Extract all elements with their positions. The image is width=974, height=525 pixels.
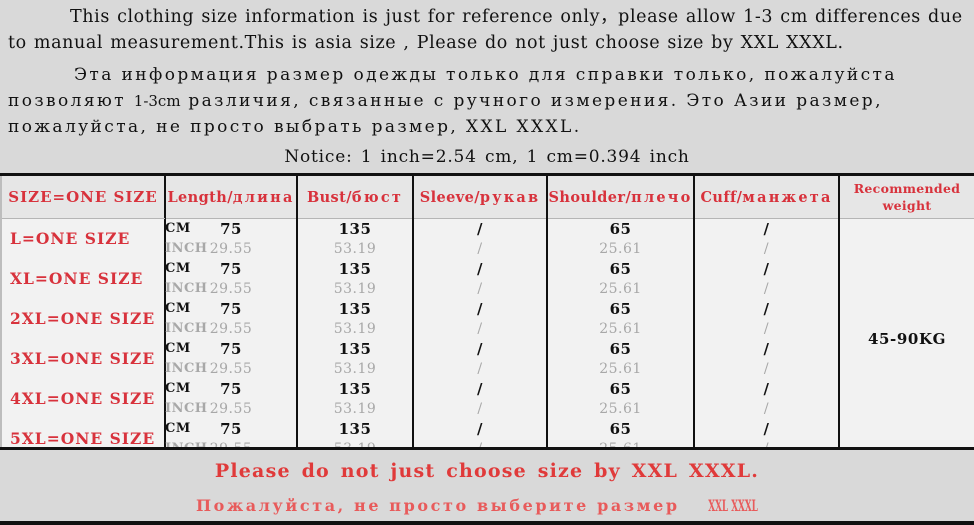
header-cuff-en: Cuff/ (700, 188, 743, 206)
cell-sleeve-cm: / (412, 218, 548, 239)
intro-russian-paragraph: Эта информация размер одежды только для … (8, 62, 966, 140)
cell-shoulder-inch: 25.61 (546, 359, 695, 379)
cell-bust-cm: 135 (296, 339, 414, 359)
cell-shoulder-cm: 65 (546, 379, 695, 399)
table-row: L=ONE SIZECM75135/65/45-90KG (0, 218, 974, 447)
cell-sleeve-cm: / (412, 339, 548, 359)
cell-sleeve-cm: / (412, 299, 548, 319)
cell-shoulder-cm: 65 (546, 419, 695, 439)
cell-cuff-inch: / (693, 279, 840, 299)
header-recommended-weight: Recommended weight (838, 173, 974, 219)
header-length-ru: длина (232, 188, 295, 206)
cell-cuff-inch: / (693, 399, 840, 419)
header-bust-ru: бюст (351, 188, 404, 206)
cell-shoulder-inch: 25.61 (546, 239, 695, 259)
cell-shoulder-inch: 25.61 (546, 439, 695, 447)
table-row: 2XL=ONE SIZECM75135/65/ (0, 299, 974, 339)
footer-section: Please do not just choose size by XXL XX… (0, 447, 974, 515)
table-row: XL=ONE SIZECM75135/65/ (0, 259, 974, 299)
cell-sleeve-cm: / (412, 259, 548, 279)
size-label-cell: 4XL=ONE SIZE (0, 379, 165, 419)
recommended-weight-cell: 45-90KG (838, 218, 974, 447)
cell-cuff-cm: / (693, 419, 840, 439)
cell-bust-inch: 53.19 (296, 439, 414, 447)
cell-shoulder-cm: 65 (546, 339, 695, 359)
table-row: 5XL=ONE SIZECM75135/65/ (0, 419, 974, 447)
footer-russian-warning: Пожалуйста, не просто выберите размер XX… (0, 496, 974, 515)
cell-sleeve-inch: / (412, 319, 548, 339)
header-weight-line2: weight (882, 198, 932, 213)
cell-cuff-cm: / (693, 379, 840, 399)
cell-shoulder-inch: 25.61 (546, 399, 695, 419)
header-sleeve-en: Sleeve/ (419, 188, 480, 206)
cell-bust-cm: 135 (296, 299, 414, 319)
table-row: 4XL=ONE SIZECM75135/65/ (0, 379, 974, 419)
size-label-cell: 3XL=ONE SIZE (0, 339, 165, 379)
cell-bust-cm: 135 (296, 259, 414, 279)
cell-sleeve-inch: / (412, 239, 548, 259)
cell-shoulder-cm: 65 (546, 299, 695, 319)
intro-english-paragraph: This clothing size information is just f… (8, 7, 963, 53)
cell-bust-inch: 53.19 (296, 319, 414, 339)
header-size: SIZE=ONE SIZE (0, 173, 166, 219)
size-table-body: L=ONE SIZECM75135/65/45-90KGINCH29.5553.… (0, 218, 974, 447)
cell-sleeve-inch: / (412, 399, 548, 419)
size-label-cell: 5XL=ONE SIZE (0, 419, 165, 447)
cell-cuff-inch: / (693, 319, 840, 339)
header-length: Length/длина (164, 173, 298, 219)
intro-section: This clothing size information is just f… (0, 0, 974, 140)
size-label-cell: 2XL=ONE SIZE (0, 299, 165, 339)
footer-russian-text: Пожалуйста, не просто выберите размер (195, 496, 688, 515)
cell-bust-inch: 53.19 (296, 239, 414, 259)
cell-bust-cm: 135 (296, 419, 414, 439)
cell-cuff-cm: / (693, 339, 840, 359)
unit-conversion-notice: Notice: 1 inch=2.54 cm, 1 cm=0.394 inch (284, 147, 690, 167)
cell-bust-inch: 53.19 (296, 279, 414, 299)
header-length-en: Length/ (167, 188, 233, 206)
size-table: SIZE=ONE SIZE Length/длина Bust/бюст Sle… (0, 173, 974, 447)
cell-sleeve-cm: / (412, 379, 548, 399)
cell-cuff-cm: / (693, 299, 840, 319)
cell-sleeve-inch: / (412, 279, 548, 299)
cell-cuff-cm: / (693, 218, 840, 239)
size-label-cell: L=ONE SIZE (0, 218, 165, 259)
header-cuff-ru: манжета (742, 188, 833, 206)
header-sleeve-ru: рукав (479, 188, 541, 206)
cell-cuff-inch: / (693, 439, 840, 447)
table-header-row: SIZE=ONE SIZE Length/длина Bust/бюст Sle… (0, 173, 974, 219)
header-sleeve: Sleeve/рукав (412, 173, 548, 219)
header-bust-en: Bust/ (306, 188, 352, 206)
cell-sleeve-inch: / (412, 359, 548, 379)
header-shoulder: Shoulder/плечо (546, 173, 695, 219)
header-weight-line1: Recommended (853, 181, 961, 196)
cell-sleeve-cm: / (412, 419, 548, 439)
header-shoulder-ru: плечо (631, 188, 693, 206)
header-bust: Bust/бюст (296, 173, 414, 219)
cell-bust-inch: 53.19 (296, 359, 414, 379)
cell-shoulder-cm: 65 (546, 259, 695, 279)
size-chart-page: This clothing size information is just f… (0, 0, 974, 525)
header-shoulder-en: Shoulder/ (548, 188, 632, 206)
cell-bust-inch: 53.19 (296, 399, 414, 419)
size-label-cell: XL=ONE SIZE (0, 259, 165, 299)
cell-shoulder-cm: 65 (546, 218, 695, 239)
size-table-wrapper: SIZE=ONE SIZE Length/длина Bust/бюст Sle… (0, 173, 974, 447)
cell-bust-cm: 135 (296, 218, 414, 239)
cell-sleeve-inch: / (412, 439, 548, 447)
intro-russian-sizes: XXL XXXL. (466, 117, 582, 137)
footer-english-warning: Please do not just choose size by XXL XX… (214, 460, 760, 482)
cell-cuff-inch: / (693, 239, 840, 259)
header-cuff: Cuff/манжета (693, 173, 840, 219)
cell-shoulder-inch: 25.61 (546, 319, 695, 339)
intro-russian-measurement: 1-3cm (133, 92, 181, 110)
table-row: 3XL=ONE SIZECM75135/65/ (0, 339, 974, 379)
footer-russian-sizes: XXL XXXL (708, 496, 758, 515)
cell-cuff-inch: / (693, 359, 840, 379)
cell-shoulder-inch: 25.61 (546, 279, 695, 299)
cell-bust-cm: 135 (296, 379, 414, 399)
bottom-rule (0, 521, 974, 525)
cell-cuff-cm: / (693, 259, 840, 279)
